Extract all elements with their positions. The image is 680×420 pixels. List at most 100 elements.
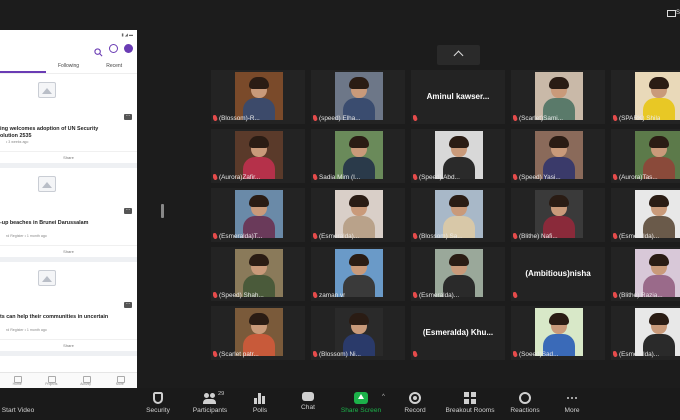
meeting-toolbar: Start Video Security Participants 29 Pol… xyxy=(0,388,680,420)
share-link[interactable]: Share xyxy=(0,245,137,254)
participant-tile[interactable]: (Scarlet)Sami... xyxy=(511,70,605,124)
polls-label: Polls xyxy=(252,407,268,414)
nav-activity[interactable]: Activity xyxy=(69,373,103,388)
participant-tile[interactable]: Aminul kawser... xyxy=(411,70,505,124)
chat-icon xyxy=(302,392,314,401)
muted-mic-icon xyxy=(513,115,518,122)
muted-mic-icon xyxy=(313,233,318,240)
start-video-button[interactable]: Start Video xyxy=(0,388,36,420)
participant-video xyxy=(635,72,680,120)
view-icon[interactable] xyxy=(667,10,676,17)
participant-tile[interactable]: (Blossom) Ni... xyxy=(311,306,405,360)
phone-status-bar: ▮ ◢ ▬ xyxy=(121,32,134,37)
participant-tile[interactable]: (Blithe) Razia... xyxy=(611,247,680,301)
search-icon[interactable] xyxy=(94,44,103,57)
nav-more[interactable]: More xyxy=(103,373,137,388)
more-options-icon[interactable]: ··· xyxy=(124,302,132,308)
participant-tile[interactable]: (Esmeralda) Khu... xyxy=(411,306,505,360)
participant-name: (SPARK) Shila xyxy=(619,115,661,122)
breakout-rooms-button[interactable]: Breakout Rooms xyxy=(441,388,499,420)
start-video-label: Start Video xyxy=(1,407,35,414)
participant-name-label xyxy=(513,292,519,299)
participant-tile[interactable]: (Speed) Yasi... xyxy=(511,129,605,183)
participant-tile[interactable]: (Esmeralda)... xyxy=(411,247,505,301)
share-link[interactable]: Share xyxy=(0,151,137,160)
participant-tile[interactable]: (Speed) Shah... xyxy=(211,247,305,301)
card-title: -up beaches in Brunei Darussalam xyxy=(0,220,89,226)
feed-card[interactable]: ··· ing welcomes adoption of UN Security… xyxy=(0,74,137,168)
more-options-icon[interactable]: ··· xyxy=(124,114,132,120)
muted-mic-icon xyxy=(413,174,418,181)
participant-tile[interactable]: (Blithe) Nafi... xyxy=(511,188,605,242)
more-options-icon[interactable]: ··· xyxy=(124,208,132,214)
tab-following[interactable]: Following xyxy=(46,60,92,73)
chat-button[interactable]: Chat xyxy=(294,388,322,420)
participant-tile[interactable]: Sadia Mim (I... xyxy=(311,129,405,183)
participant-tile[interactable]: (Esmeralda)... xyxy=(311,188,405,242)
phone-tabs: Following Recent xyxy=(0,60,137,74)
more-button[interactable]: More xyxy=(558,388,586,420)
participant-name: (Soeed)Sad... xyxy=(519,351,559,358)
video-camera-icon xyxy=(11,392,25,404)
share-options-caret-icon[interactable]: ^ xyxy=(382,394,385,400)
card-title: ing welcomes adoption of UN Security olu… xyxy=(0,126,99,139)
participant-name-label: (Blossom) Ni... xyxy=(313,351,361,358)
participant-video xyxy=(535,131,583,179)
participants-label: Participants xyxy=(192,407,228,414)
participant-name: (Esmeralda)... xyxy=(319,233,360,240)
participant-video xyxy=(435,131,483,179)
participant-count: 29 xyxy=(218,391,225,397)
participant-tile[interactable]: (Ambitious)nisha xyxy=(511,247,605,301)
record-icon xyxy=(409,392,421,404)
participant-tile[interactable]: (SPARK) Shila xyxy=(611,70,680,124)
collapse-gallery-button[interactable] xyxy=(437,45,480,65)
participant-name-label: (Esmeralda)... xyxy=(413,292,459,299)
muted-mic-icon xyxy=(213,174,218,181)
participant-tile[interactable]: (Aurora)Tas... xyxy=(611,129,680,183)
split-view-handle[interactable] xyxy=(161,204,164,218)
participant-tile[interactable]: (Esmeralda)T... xyxy=(211,188,305,242)
share-screen-button[interactable]: Share Screen xyxy=(337,388,385,420)
card-meta: rd Register • 1 month ago xyxy=(6,234,47,238)
participant-tile[interactable]: (Blossom) Sa... xyxy=(411,188,505,242)
tab-featured[interactable] xyxy=(0,60,46,73)
participant-tile[interactable]: (speed) Elha... xyxy=(311,70,405,124)
participant-tile[interactable]: (Blossom)-R... xyxy=(211,70,305,124)
participant-tile[interactable]: (Speed) Abd... xyxy=(411,129,505,183)
polls-button[interactable]: Polls xyxy=(245,388,275,420)
record-button[interactable]: Record xyxy=(398,388,432,420)
muted-mic-icon xyxy=(613,351,618,358)
muted-mic-icon xyxy=(313,174,318,181)
share-link[interactable]: Share xyxy=(0,339,137,348)
participant-name-label: zaman vr xyxy=(313,292,345,299)
participant-name-label: (Blossom) Sa... xyxy=(413,233,463,240)
reactions-button[interactable]: Reactions xyxy=(507,388,543,420)
participant-tile[interactable]: (Soeed)Sad... xyxy=(511,306,605,360)
participant-display-name: Aminul kawser... xyxy=(426,92,490,101)
add-icon[interactable] xyxy=(124,44,133,53)
participant-tile[interactable]: (Esmeralda)... xyxy=(611,306,680,360)
nav-projects[interactable]: Projects xyxy=(34,373,68,388)
participant-video xyxy=(235,308,283,356)
participant-name: (Blossom) Sa... xyxy=(419,233,463,240)
participant-video xyxy=(635,249,680,297)
participant-name-label: (Blithe) Nafi... xyxy=(513,233,558,240)
participant-name-label: (Esmeralda)T... xyxy=(213,233,262,240)
tab-recent[interactable]: Recent xyxy=(91,60,137,73)
feed-card[interactable]: ··· ts can help their communities in unc… xyxy=(0,262,137,356)
muted-mic-icon xyxy=(313,351,318,358)
card-meta: • 3 weeks ago xyxy=(6,140,29,144)
participant-tile[interactable]: (Esmeralda)... xyxy=(611,188,680,242)
profile-icon[interactable] xyxy=(109,44,118,53)
feed-card[interactable]: ··· -up beaches in Brunei Darussalam rd … xyxy=(0,168,137,262)
participant-video xyxy=(635,190,680,238)
participant-tile[interactable]: (Aurora)Zafir... xyxy=(211,129,305,183)
participants-button[interactable]: Participants xyxy=(188,388,232,420)
participant-video xyxy=(235,190,283,238)
view-label: S xyxy=(675,10,680,16)
participant-tile[interactable]: zaman vr xyxy=(311,247,405,301)
security-button[interactable]: Security xyxy=(138,388,178,420)
participant-tile[interactable]: (Scarlet patr... xyxy=(211,306,305,360)
shared-screen-panel: ▮ ◢ ▬ Following Recent ··· ing welcomes … xyxy=(0,30,137,388)
nav-home[interactable]: Home xyxy=(0,373,34,388)
